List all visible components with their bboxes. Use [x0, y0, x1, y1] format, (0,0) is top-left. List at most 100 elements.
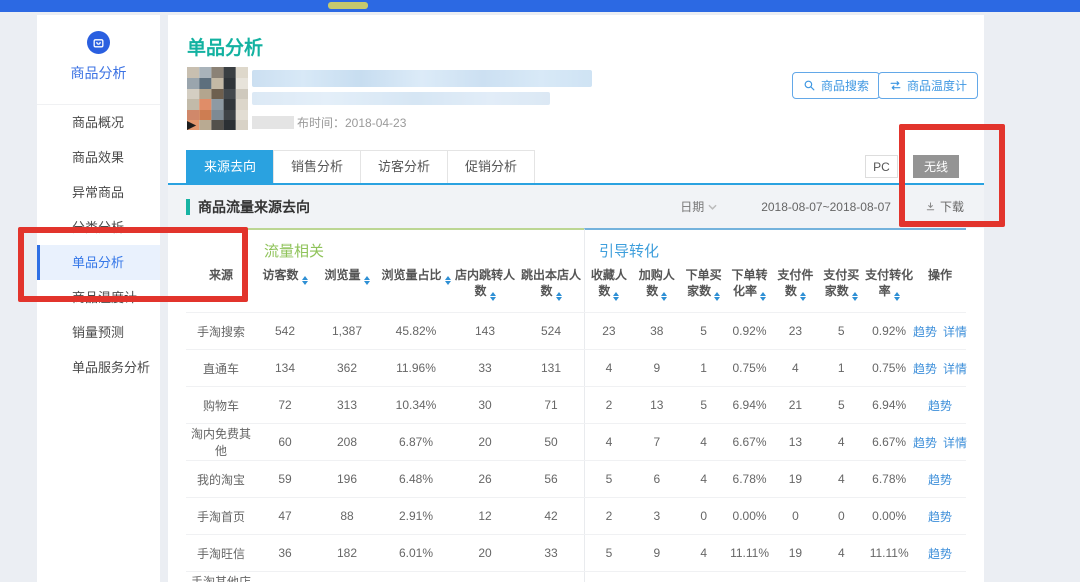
sort-icon[interactable] [894, 292, 900, 301]
value-cell: 5 [818, 313, 864, 349]
value-cell: 5 [681, 313, 727, 349]
sidebar-item-7[interactable]: 单品服务分析 [37, 350, 160, 385]
value-cell: 11.11% [864, 535, 914, 571]
sidebar-item-2[interactable]: 异常商品 [37, 175, 160, 210]
trend-link[interactable]: 趋势 [913, 323, 937, 340]
trend-link[interactable]: 趋势 [928, 397, 952, 414]
value-cell: 0.92% [864, 313, 914, 349]
sort-icon[interactable] [364, 276, 370, 285]
date-range-value[interactable]: 2018-08-07~2018-08-07 [761, 200, 891, 214]
value-cell: 50 [518, 424, 584, 460]
column-header-5[interactable]: 收藏人数 [585, 264, 633, 312]
tab-3[interactable]: 促销分析 [447, 150, 535, 183]
value-cell: 6.01% [380, 535, 452, 571]
column-header-2[interactable]: 浏览量占比 [380, 264, 452, 312]
source-cell[interactable]: 购物车 [186, 387, 256, 423]
tab-1[interactable]: 销售分析 [273, 150, 361, 183]
download-button[interactable]: 下载 [925, 198, 964, 215]
column-header-0[interactable]: 访客数 [256, 264, 314, 312]
value-cell: 30 [452, 387, 518, 423]
value-cell: 12 [452, 498, 518, 534]
search-icon [803, 79, 816, 92]
value-cell: 59 [256, 461, 314, 497]
trend-link[interactable]: 趋势 [913, 360, 937, 377]
column-header-6[interactable]: 加购人数 [633, 264, 681, 312]
source-cell[interactable]: 我的淘宝 [186, 461, 256, 497]
toggle-wireless-button[interactable]: 无线 [913, 155, 959, 178]
column-header-10[interactable]: 支付买家数 [818, 264, 864, 312]
value-cell: 20 [452, 424, 518, 460]
sort-icon[interactable] [445, 276, 451, 285]
column-header-11[interactable]: 支付转化率 [864, 264, 914, 312]
row-left: 手淘旺信361826.01%2033 [186, 535, 584, 571]
topbar [0, 0, 1080, 12]
column-header-4[interactable]: 跳出本店人数 [518, 264, 584, 312]
detail-link[interactable]: 详情 [943, 434, 967, 451]
date-dropdown[interactable]: 日期 [680, 198, 717, 215]
value-cell: 20 [452, 535, 518, 571]
trend-link[interactable]: 趋势 [928, 545, 952, 562]
sort-icon[interactable] [490, 292, 496, 301]
sidebar-item-0[interactable]: 商品概况 [37, 105, 160, 140]
column-header-3[interactable]: 店内跳转人数 [452, 264, 518, 312]
value-cell: 6.67% [727, 424, 773, 460]
value-cell: 7 [633, 424, 681, 460]
tab-2[interactable]: 访客分析 [360, 150, 448, 183]
table-group-traffic: 流量相关来源访客数浏览量浏览量占比店内跳转人数跳出本店人数 [186, 228, 584, 312]
action-cell: 趋势 [914, 498, 966, 534]
detail-link[interactable]: 详情 [943, 323, 967, 340]
value-cell: 6.94% [864, 387, 914, 423]
sort-icon[interactable] [760, 292, 766, 301]
column-header-1[interactable]: 浏览量 [314, 264, 380, 312]
trend-link[interactable]: 趋势 [928, 471, 952, 488]
value-cell: 21 [773, 387, 819, 423]
sort-icon[interactable] [613, 292, 619, 301]
value-cell: 11.96% [380, 350, 452, 386]
detail-link[interactable]: 详情 [943, 360, 967, 377]
source-cell[interactable]: 直通车 [186, 350, 256, 386]
value-cell: 2 [585, 498, 633, 534]
value-cell: 4 [818, 461, 864, 497]
column-header-7[interactable]: 下单买家数 [681, 264, 727, 312]
value-cell: 0.75% [864, 350, 914, 386]
column-header-8[interactable]: 下单转化率 [727, 264, 773, 312]
column-header-9[interactable]: 支付件数 [773, 264, 819, 312]
value-cell: 24 [256, 572, 314, 582]
value-cell: 71 [518, 387, 584, 423]
sort-icon[interactable] [556, 292, 562, 301]
source-cell[interactable]: 手淘首页 [186, 498, 256, 534]
sidebar-header: 商品分析 [37, 15, 160, 105]
sort-icon[interactable] [302, 276, 308, 285]
table-row: 购物车7231310.34%307121356.94%2156.94%趋势 [186, 386, 966, 423]
row-right: 4746.67%1346.67%趋势详情 [584, 424, 966, 460]
sidebar-item-3[interactable]: 分类分析 [37, 210, 160, 245]
download-icon [925, 201, 936, 212]
source-cell[interactable]: 手淘搜索 [186, 313, 256, 349]
value-cell: 313 [314, 387, 380, 423]
value-cell: 4 [818, 535, 864, 571]
sort-icon[interactable] [800, 292, 806, 301]
value-cell: 0.92% [727, 313, 773, 349]
sort-icon[interactable] [852, 292, 858, 301]
product-search-button[interactable]: 商品搜索 [792, 72, 880, 99]
trend-link[interactable]: 趋势 [913, 434, 937, 451]
sidebar-item-4[interactable]: 单品分析 [37, 245, 160, 280]
sort-icon[interactable] [661, 292, 667, 301]
product-title-blurred [252, 70, 592, 87]
value-cell: 0.00% [864, 572, 914, 582]
sidebar-item-5[interactable]: 商品温度计 [37, 280, 160, 315]
tab-0[interactable]: 来源去向 [186, 150, 274, 183]
column-header-source: 来源 [186, 264, 256, 312]
sort-icon[interactable] [714, 292, 720, 301]
trend-link[interactable]: 趋势 [928, 508, 952, 525]
product-thermometer-button[interactable]: 商品温度计 [878, 72, 978, 99]
product-subtitle-blurred [252, 92, 550, 105]
table-header: 流量相关来源访客数浏览量浏览量占比店内跳转人数跳出本店人数引导转化收藏人数加购人… [186, 228, 966, 312]
toggle-pc-button[interactable]: PC [865, 155, 898, 178]
source-cell[interactable]: 手淘其他店铺商品 [186, 572, 256, 582]
source-cell[interactable]: 淘内免费其他 [186, 424, 256, 460]
source-cell[interactable]: 手淘旺信 [186, 535, 256, 571]
value-cell: 42 [518, 498, 584, 534]
sidebar-item-1[interactable]: 商品效果 [37, 140, 160, 175]
sidebar-item-6[interactable]: 销量预测 [37, 315, 160, 350]
